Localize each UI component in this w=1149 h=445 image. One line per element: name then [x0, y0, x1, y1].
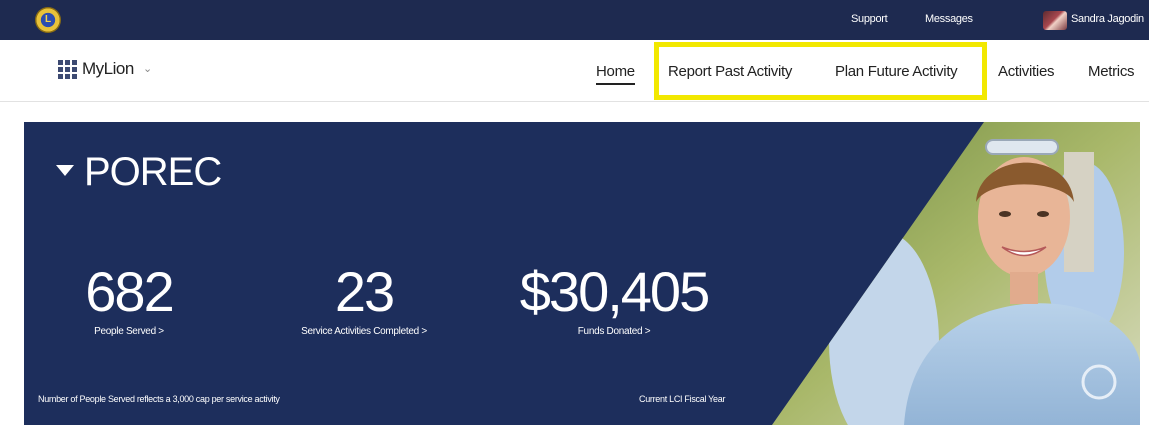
logo-letter: L: [44, 14, 52, 25]
fiscal-year-note: Current LCI Fiscal Year: [639, 394, 726, 404]
stat-value: 23: [334, 260, 395, 323]
stat-funds-donated[interactable]: $30,405 Funds Donated >: [494, 260, 734, 338]
chevron-down-icon[interactable]: ⌄: [143, 62, 152, 75]
stat-people-served[interactable]: 682 People Served >: [54, 260, 204, 338]
stat-label[interactable]: Funds Donated >: [494, 326, 734, 337]
brand-mylion[interactable]: MyLion: [82, 59, 134, 79]
highlight-annotation: [654, 42, 987, 100]
lions-logo-icon[interactable]: L: [35, 7, 61, 33]
nav-activities[interactable]: Activities: [998, 63, 1054, 80]
nav-metrics[interactable]: Metrics: [1088, 63, 1135, 80]
hero-banner: POREC 682 People Served > 23 Service Act…: [24, 122, 1140, 425]
stat-label[interactable]: Service Activities Completed >: [264, 326, 464, 337]
app-grid-icon[interactable]: [58, 60, 78, 79]
messages-link[interactable]: Messages: [925, 13, 973, 25]
club-name[interactable]: POREC: [84, 150, 222, 195]
top-utility-bar: L Support Messages Sandra Jagodin: [0, 0, 1149, 40]
user-name-link[interactable]: Sandra Jagodin: [1071, 13, 1144, 25]
stat-value: 682: [85, 260, 174, 323]
stat-label[interactable]: People Served >: [54, 326, 204, 337]
club-selector-caret-icon[interactable]: [56, 165, 74, 176]
nav-home[interactable]: Home: [596, 63, 635, 85]
stat-value: $30,405: [519, 260, 710, 323]
support-link[interactable]: Support: [851, 13, 888, 25]
stat-service-activities[interactable]: 23 Service Activities Completed >: [264, 260, 464, 338]
user-avatar[interactable]: [1043, 11, 1067, 30]
people-served-footnote: Number of People Served reflects a 3,000…: [38, 394, 280, 404]
